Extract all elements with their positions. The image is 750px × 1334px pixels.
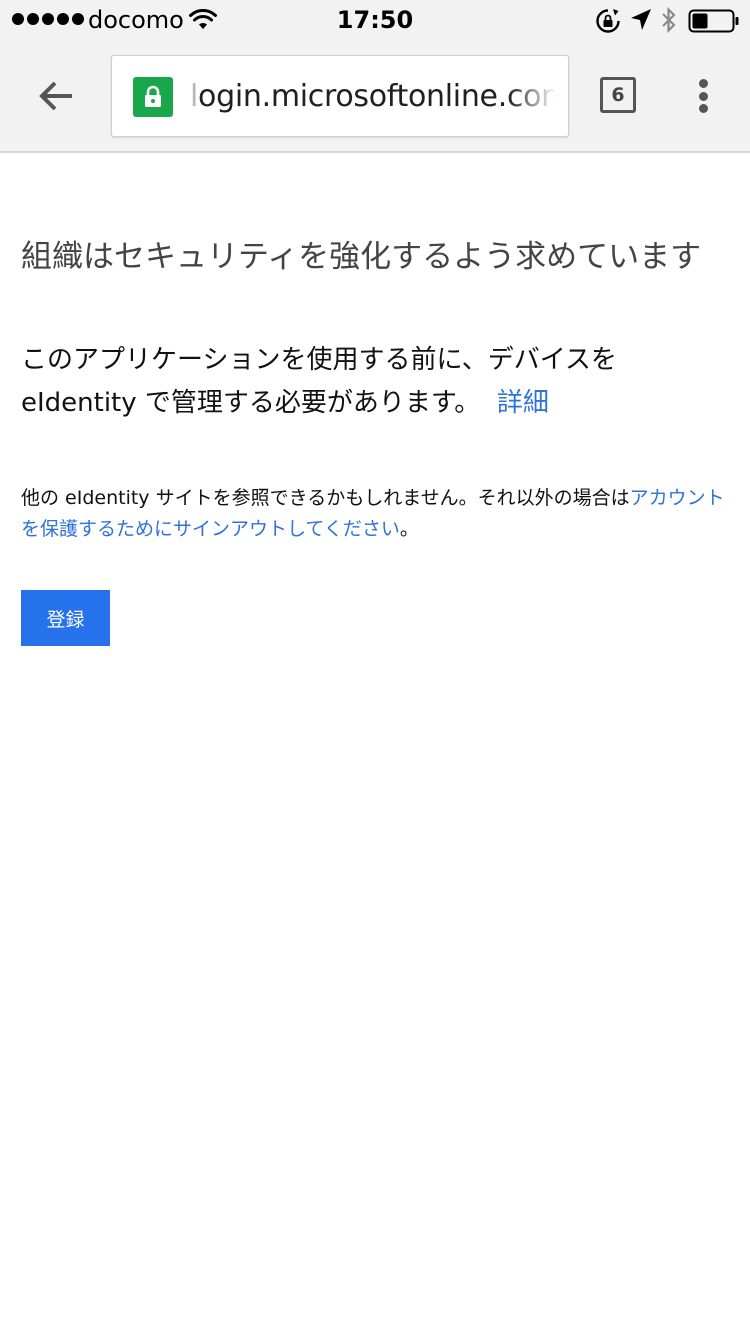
overflow-menu-button[interactable] (688, 73, 718, 119)
lock-icon (145, 85, 161, 107)
tab-switcher-button[interactable]: 6 (600, 77, 636, 113)
details-link[interactable]: 詳細 (497, 388, 549, 418)
rotation-lock-icon (596, 9, 620, 33)
battery-icon (688, 9, 739, 33)
url-fade-overlay (508, 56, 568, 136)
alternative-message-end: 。 (399, 518, 419, 540)
address-bar[interactable]: login.microsoftonline.com (111, 55, 569, 137)
back-button[interactable] (30, 70, 82, 122)
alternative-message-text: 他の eIdentity サイトを参照できるかもしれません。それ以外の場合は (21, 487, 630, 509)
tab-count: 6 (611, 84, 625, 106)
url-faded-prefix: l (190, 79, 199, 114)
overflow-menu-icon (698, 79, 708, 88)
browser-toolbar: login.microsoftonline.com 6 (0, 40, 750, 153)
status-bar: docomo 17:50 (0, 0, 750, 40)
secure-lock-badge (133, 77, 173, 117)
enrollment-message: このアプリケーションを使用する前に、デバイスを eIdentity で管理する必… (21, 339, 733, 425)
back-arrow-icon (39, 81, 72, 111)
alternative-message: 他の eIdentity サイトを参照できるかもしれません。それ以外の場合はアカ… (21, 483, 733, 545)
location-arrow-icon (631, 9, 651, 30)
bluetooth-icon (662, 6, 676, 34)
page-title: 組織はセキュリティを強化するよう求めています (21, 239, 702, 275)
enroll-button[interactable]: 登録 (21, 590, 110, 646)
